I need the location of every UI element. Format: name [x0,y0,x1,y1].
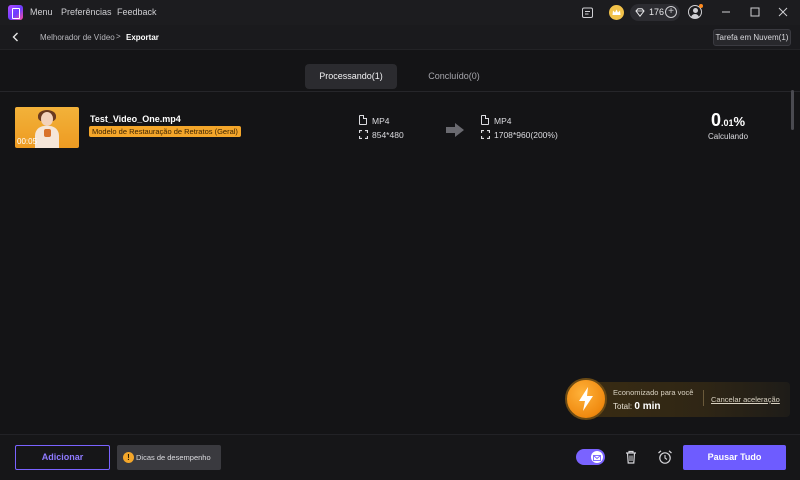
crown-icon[interactable] [609,5,624,20]
target-resolution: 1708*960(200%) [494,130,558,140]
progress-percent: 0.01% [711,110,746,130]
scrollbar[interactable] [791,90,794,130]
video-filename: Test_Video_One.mp4 [90,114,181,124]
warning-icon: ! [123,452,134,463]
target-resolution-icon [481,130,490,139]
tabs-divider [0,91,800,92]
email-notify-toggle[interactable] [576,449,605,465]
savings-separator [703,390,704,406]
minimize-icon[interactable] [719,5,733,19]
trash-icon[interactable] [623,449,639,465]
performance-tips-label: Dicas de desempenho [136,453,211,462]
cloud-task-button[interactable]: Tarefa em Nuvem(1) [713,29,791,46]
breadcrumb-current: Exportar [126,33,159,42]
back-arrow-icon[interactable] [10,31,22,43]
title-bar: Menu Preferências Feedback 176 + [0,0,800,25]
target-file-icon [481,115,489,125]
source-file-icon [359,115,367,125]
alarm-clock-icon[interactable] [657,449,673,465]
savings-label: Economizado para você [613,388,694,397]
close-icon[interactable] [776,5,790,19]
video-duration: 00:05 [17,137,38,146]
breadcrumb-separator: > [116,32,121,41]
app-logo-icon [8,5,23,20]
credits-count: 176 [649,7,665,17]
maximize-icon[interactable] [748,5,762,19]
cancel-acceleration-link[interactable]: Cancelar aceleração [711,395,780,404]
convert-arrow-icon [446,123,464,137]
source-resolution: 854*480 [372,130,404,140]
clipboard-icon[interactable] [580,5,594,19]
target-format: MP4 [494,116,512,126]
source-format: MP4 [372,116,390,126]
diamond-icon [635,8,645,17]
model-badge: Modelo de Restauração de Retratos (Geral… [89,126,241,137]
notification-dot [699,4,703,8]
plus-icon[interactable]: + [665,6,677,18]
lightning-icon [565,378,607,420]
tab-completed[interactable]: Concluído(0) [410,64,498,89]
credits-pill[interactable]: 176 + [630,4,680,21]
preferences-button[interactable]: Preferências [61,7,112,17]
toggle-knob [591,451,603,463]
pause-all-button[interactable]: Pausar Tudo [683,445,786,470]
tab-processing[interactable]: Processando(1) [305,64,397,89]
add-button[interactable]: Adicionar [15,445,110,470]
savings-total: Total: 0 min [613,401,661,412]
feedback-button[interactable]: Feedback [117,7,157,17]
breadcrumb: Melhorador de Vídeo > Exportar Tarefa em… [0,25,800,50]
source-resolution-icon [359,130,368,139]
breadcrumb-parent[interactable]: Melhorador de Vídeo [40,33,115,42]
avatar-icon[interactable] [688,4,703,19]
menu-button[interactable]: Menu [30,7,53,17]
progress-status: Calculando [708,132,749,141]
video-thumbnail[interactable]: 00:05 [15,107,79,148]
performance-tips-button[interactable]: ! Dicas de desempenho [117,445,221,470]
